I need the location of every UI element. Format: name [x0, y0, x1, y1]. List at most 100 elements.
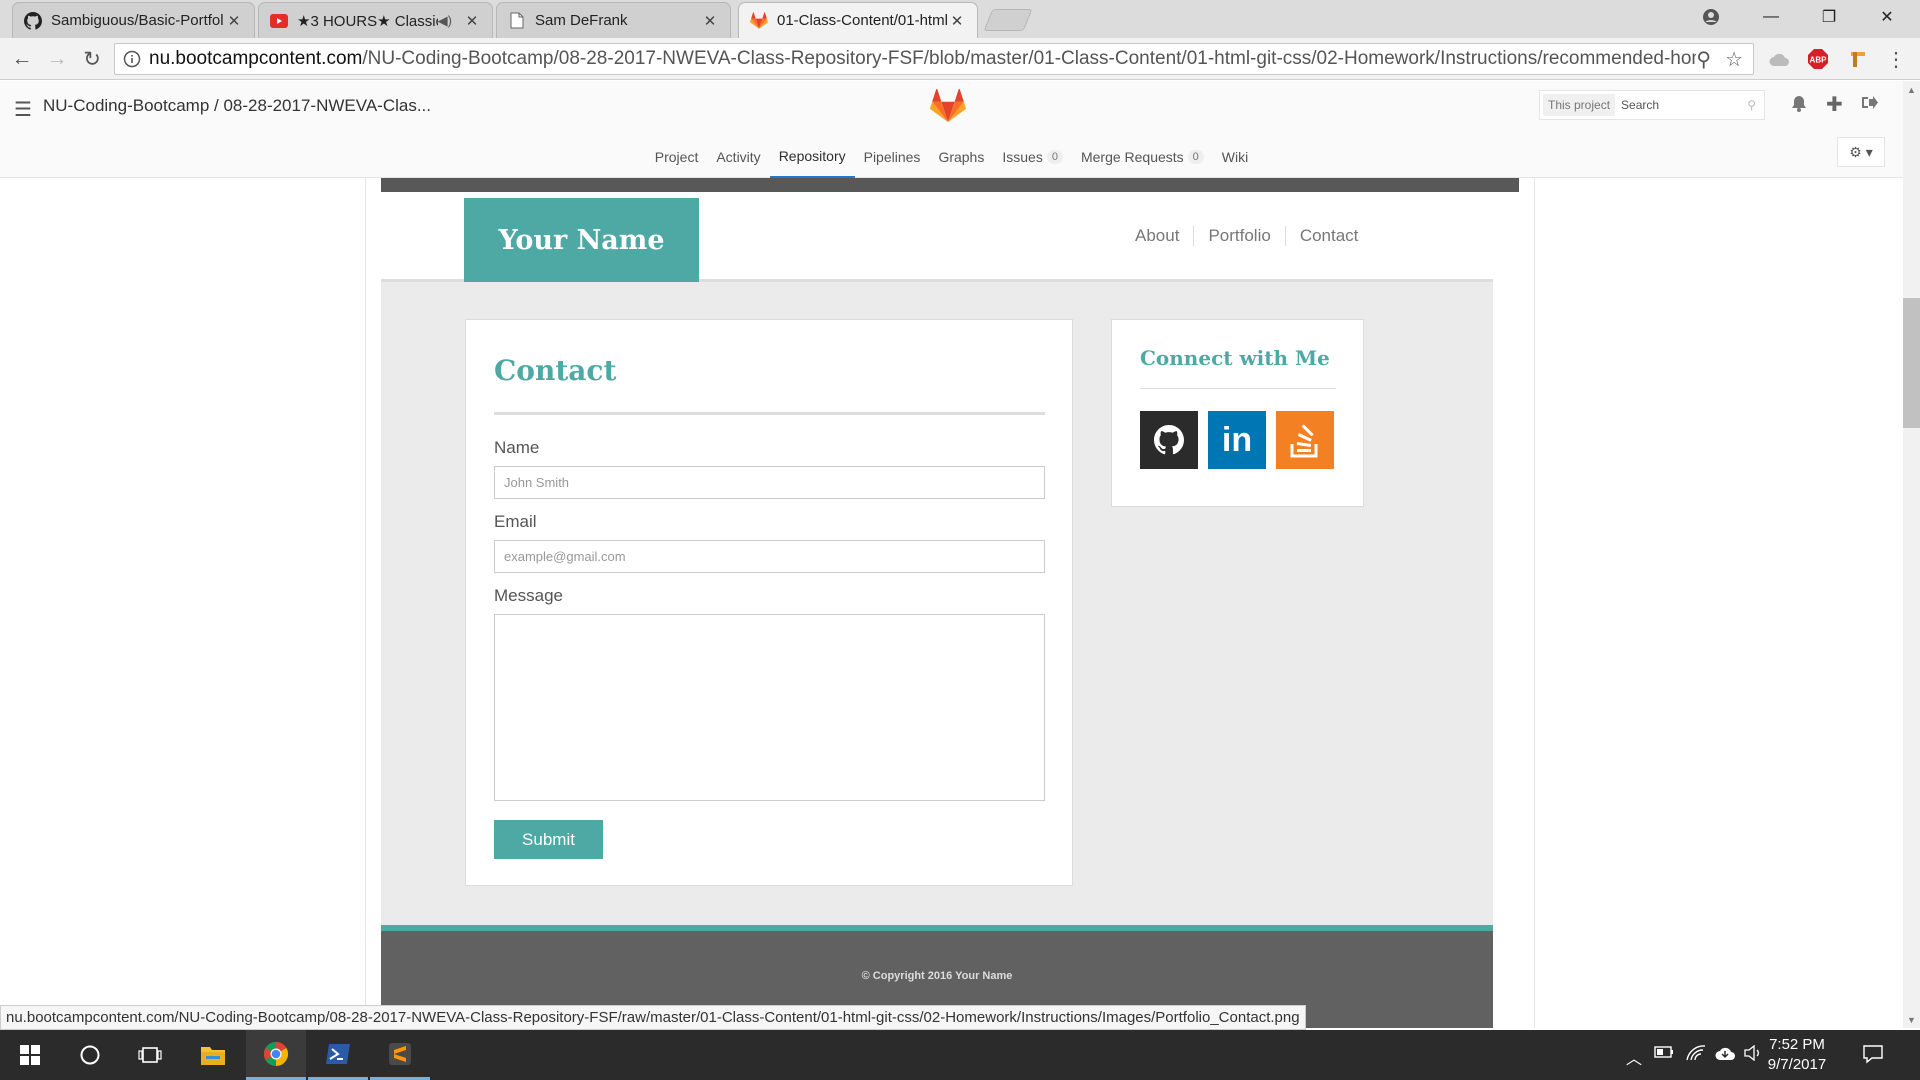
tab-title: Sambiguous/Basic-Portfolio — [51, 12, 224, 29]
system-clock[interactable]: 7:52 PM 9/7/2017 — [1757, 1035, 1837, 1075]
scrollbar-thumb[interactable] — [1903, 298, 1920, 428]
nav-merge-requests[interactable]: Merge Requests 0 — [1072, 135, 1213, 178]
contact-heading: Contact — [494, 354, 617, 387]
content-border-right — [1534, 178, 1535, 1028]
action-center-icon[interactable] — [1862, 1043, 1884, 1070]
close-icon[interactable]: ✕ — [947, 12, 967, 30]
nav-project[interactable]: Project — [646, 135, 708, 178]
image-top-bar — [381, 178, 1519, 192]
portfolio-nav-portfolio: Portfolio — [1193, 226, 1284, 246]
bookmark-extension-icon[interactable] — [1846, 47, 1870, 71]
zoom-icon[interactable]: ⚲ — [1696, 47, 1711, 72]
adblock-plus-icon[interactable]: ABP — [1806, 47, 1830, 71]
document-icon — [507, 11, 527, 31]
stackoverflow-icon — [1276, 411, 1334, 469]
footer-copyright: © Copyright 2016 Your Name — [861, 970, 1013, 982]
linkedin-glyph: in — [1221, 420, 1253, 459]
adblock-label: ABP — [1810, 56, 1828, 65]
settings-gear-dropdown[interactable]: ⚙ ▾ — [1837, 137, 1885, 167]
nav-graphs[interactable]: Graphs — [929, 135, 993, 178]
sign-out-icon[interactable] — [1861, 95, 1878, 115]
content-border-left — [365, 178, 366, 1028]
reload-icon[interactable]: ↻ — [78, 45, 106, 73]
battery-icon[interactable] — [1654, 1045, 1674, 1064]
submit-button: Submit — [494, 820, 603, 859]
back-arrow-icon[interactable]: ← — [8, 45, 36, 73]
hamburger-menu-icon[interactable]: ☰ — [14, 97, 32, 122]
issues-count-badge: 0 — [1046, 149, 1063, 164]
browser-tab-strip: Sambiguous/Basic-Portfolio ✕ ★3 HOURS★ C… — [0, 0, 1920, 38]
search-icon: ⚲ — [1747, 98, 1756, 112]
cloud-extension-icon[interactable] — [1767, 47, 1791, 71]
message-textarea — [494, 614, 1045, 801]
github-icon — [23, 11, 43, 31]
windows-taskbar: ︿ 7:52 PM 9/7/2017 — [0, 1030, 1920, 1080]
divider — [494, 412, 1045, 415]
info-icon[interactable] — [115, 50, 149, 68]
message-label: Message — [494, 586, 563, 605]
url-host: nu.bootcampcontent.com — [149, 48, 363, 69]
portfolio-body: Contact Name John Smith Email example@gm… — [381, 282, 1493, 925]
tab-gitlab[interactable]: 01-Class-Content/01-html ✕ — [738, 2, 978, 38]
tab-sam-defrank[interactable]: Sam DeFrank ✕ — [496, 2, 731, 38]
profile-icon[interactable] — [1688, 0, 1734, 34]
sublime-text-icon[interactable] — [370, 1030, 430, 1080]
tab-youtube[interactable]: ★3 HOURS★ Classical ◀) ✕ — [258, 2, 493, 38]
gitlab-logo-icon[interactable] — [930, 89, 970, 125]
youtube-icon — [269, 11, 289, 31]
close-icon[interactable]: ✕ — [700, 12, 720, 30]
address-bar[interactable]: nu.bootcampcontent.com/NU-Coding-Bootcam… — [114, 43, 1754, 75]
project-title[interactable]: NU-Coding-Bootcamp / 08-28-2017-NWEVA-Cl… — [43, 96, 431, 116]
forward-arrow-icon[interactable]: → — [43, 45, 71, 73]
tab-github[interactable]: Sambiguous/Basic-Portfolio ✕ — [12, 2, 255, 38]
email-label: Email — [494, 512, 537, 531]
windows-start-icon[interactable] — [0, 1030, 60, 1080]
new-tab-button[interactable] — [983, 9, 1033, 31]
file-explorer-icon[interactable] — [183, 1030, 243, 1080]
tab-title: Sam DeFrank — [535, 12, 628, 29]
plus-icon[interactable]: ✚ — [1826, 92, 1843, 117]
chrome-taskbar-icon[interactable] — [246, 1030, 306, 1080]
nav-repository[interactable]: Repository — [769, 135, 855, 178]
close-icon[interactable]: ✕ — [224, 12, 244, 30]
name-label: Name — [494, 438, 540, 457]
search-input[interactable]: Search — [1621, 98, 1747, 112]
nav-issues[interactable]: Issues 0 — [993, 135, 1072, 178]
nav-wiki[interactable]: Wiki — [1213, 135, 1257, 178]
gitlab-icon — [749, 11, 769, 31]
task-view-icon[interactable] — [120, 1030, 180, 1080]
powershell-icon[interactable] — [308, 1030, 368, 1080]
chrome-menu-icon[interactable]: ⋮ — [1884, 47, 1908, 71]
onedrive-cloud-icon[interactable] — [1714, 1045, 1736, 1066]
project-search-box[interactable]: This project Search ⚲ — [1539, 90, 1765, 120]
portfolio-nav: About Portfolio Contact — [1121, 226, 1372, 246]
gitlab-header: ☰ NU-Coding-Bootcamp / 08-28-2017-NWEVA-… — [0, 81, 1903, 178]
project-nav: Project Activity Repository Pipelines Gr… — [0, 135, 1903, 178]
divider — [1140, 388, 1336, 389]
wifi-icon[interactable] — [1686, 1045, 1706, 1066]
portfolio-contact-image[interactable]: Your Name About Portfolio Contact Contac… — [381, 178, 1521, 1028]
speaker-icon[interactable]: ◀) — [438, 13, 452, 29]
nav-pipelines[interactable]: Pipelines — [855, 135, 930, 178]
merge-requests-count-badge: 0 — [1187, 149, 1204, 164]
close-icon[interactable]: ✕ — [462, 12, 482, 30]
scroll-up-arrow-icon[interactable]: ▲ — [1903, 81, 1920, 98]
url-text[interactable]: nu.bootcampcontent.com/NU-Coding-Bootcam… — [149, 48, 1696, 70]
page-scrollbar[interactable] — [1903, 81, 1920, 1028]
minimize-icon[interactable]: — — [1748, 0, 1794, 34]
github-icon — [1140, 411, 1198, 469]
restore-icon[interactable]: ❐ — [1806, 0, 1852, 34]
window-close-icon[interactable]: ✕ — [1864, 0, 1910, 34]
cortana-search-icon[interactable] — [60, 1030, 120, 1080]
nav-activity[interactable]: Activity — [707, 135, 769, 178]
connect-heading: Connect with Me — [1140, 346, 1330, 370]
linkedin-icon: in — [1208, 411, 1266, 469]
portfolio-brand: Your Name — [464, 198, 699, 282]
connect-card: Connect with Me in — [1111, 319, 1364, 507]
portfolio-nav-contact: Contact — [1284, 226, 1373, 246]
tab-title: 01-Class-Content/01-html — [777, 12, 947, 29]
scroll-down-arrow-icon[interactable]: ▼ — [1903, 1011, 1920, 1028]
bookmark-star-icon[interactable]: ☆ — [1725, 47, 1743, 72]
show-hidden-icons-chevron-icon[interactable]: ︿ — [1626, 1045, 1642, 1069]
notifications-bell-icon[interactable] — [1791, 95, 1807, 117]
